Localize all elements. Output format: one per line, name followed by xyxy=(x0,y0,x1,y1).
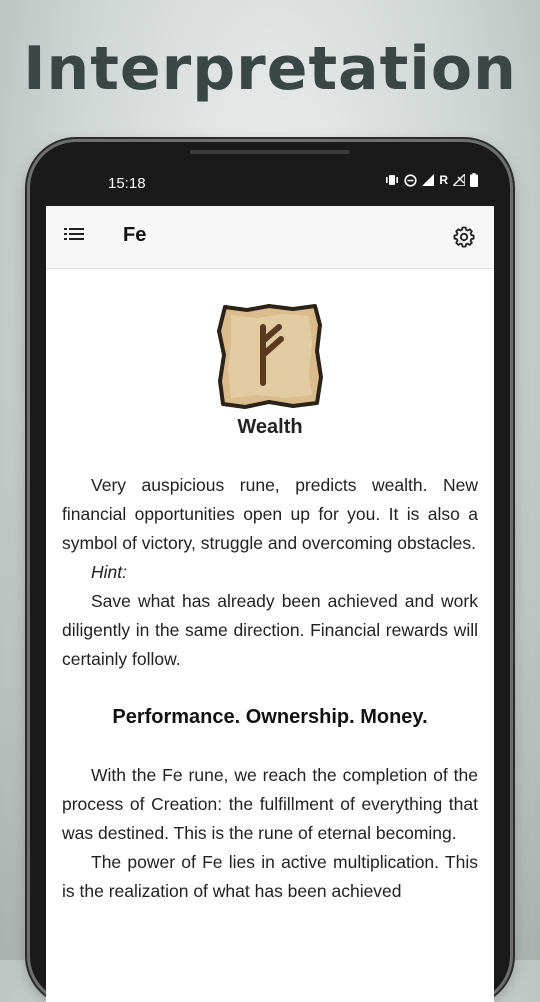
menu-line-dot xyxy=(64,233,67,235)
status-icons: R xyxy=(385,173,478,187)
body-paragraph-1: With the Fe rune, we reach the completio… xyxy=(62,765,478,843)
battery-icon xyxy=(470,173,478,187)
roaming-r-icon: R xyxy=(439,173,448,187)
menu-line xyxy=(69,228,84,230)
hint-paragraph: Save what has already been achieved and … xyxy=(62,591,478,669)
status-time: 15:18 xyxy=(108,175,146,192)
app-screen: Fe Wealth Very auspicious rune, predicts… xyxy=(46,206,494,1002)
no-signal-icon xyxy=(453,174,465,186)
gear-icon[interactable] xyxy=(452,225,476,249)
app-bar-title: Fe xyxy=(123,224,147,246)
menu-line xyxy=(69,233,84,235)
dnd-icon xyxy=(404,173,417,187)
hint-label: Hint: xyxy=(91,562,127,582)
interpretation-content: Wealth Very auspicious rune, predicts we… xyxy=(46,269,494,906)
phone-frame: 15:18 R Fe Wealth Very auspicious rune, … xyxy=(30,142,510,1002)
vibrate-icon xyxy=(386,175,399,185)
intro-paragraph: Very auspicious rune, predicts wealth. N… xyxy=(62,475,478,553)
body-paragraph-2: The power of Fe lies in active multiplic… xyxy=(62,852,478,901)
menu-icon[interactable] xyxy=(64,228,84,244)
app-bar: Fe xyxy=(46,206,494,269)
menu-line-dot xyxy=(64,228,67,230)
menu-line xyxy=(69,238,84,240)
rune-header: Wealth xyxy=(62,269,478,439)
signal-icon xyxy=(422,174,435,186)
rune-meaning: Wealth xyxy=(237,416,303,438)
promo-banner-title: Interpretation xyxy=(23,34,517,104)
phone-speaker xyxy=(190,150,350,154)
keywords-heading: Performance. Ownership. Money. xyxy=(112,706,428,728)
menu-line-dot xyxy=(64,238,67,240)
fehu-rune-tile xyxy=(217,304,323,409)
status-bar: 15:18 R xyxy=(46,164,494,204)
